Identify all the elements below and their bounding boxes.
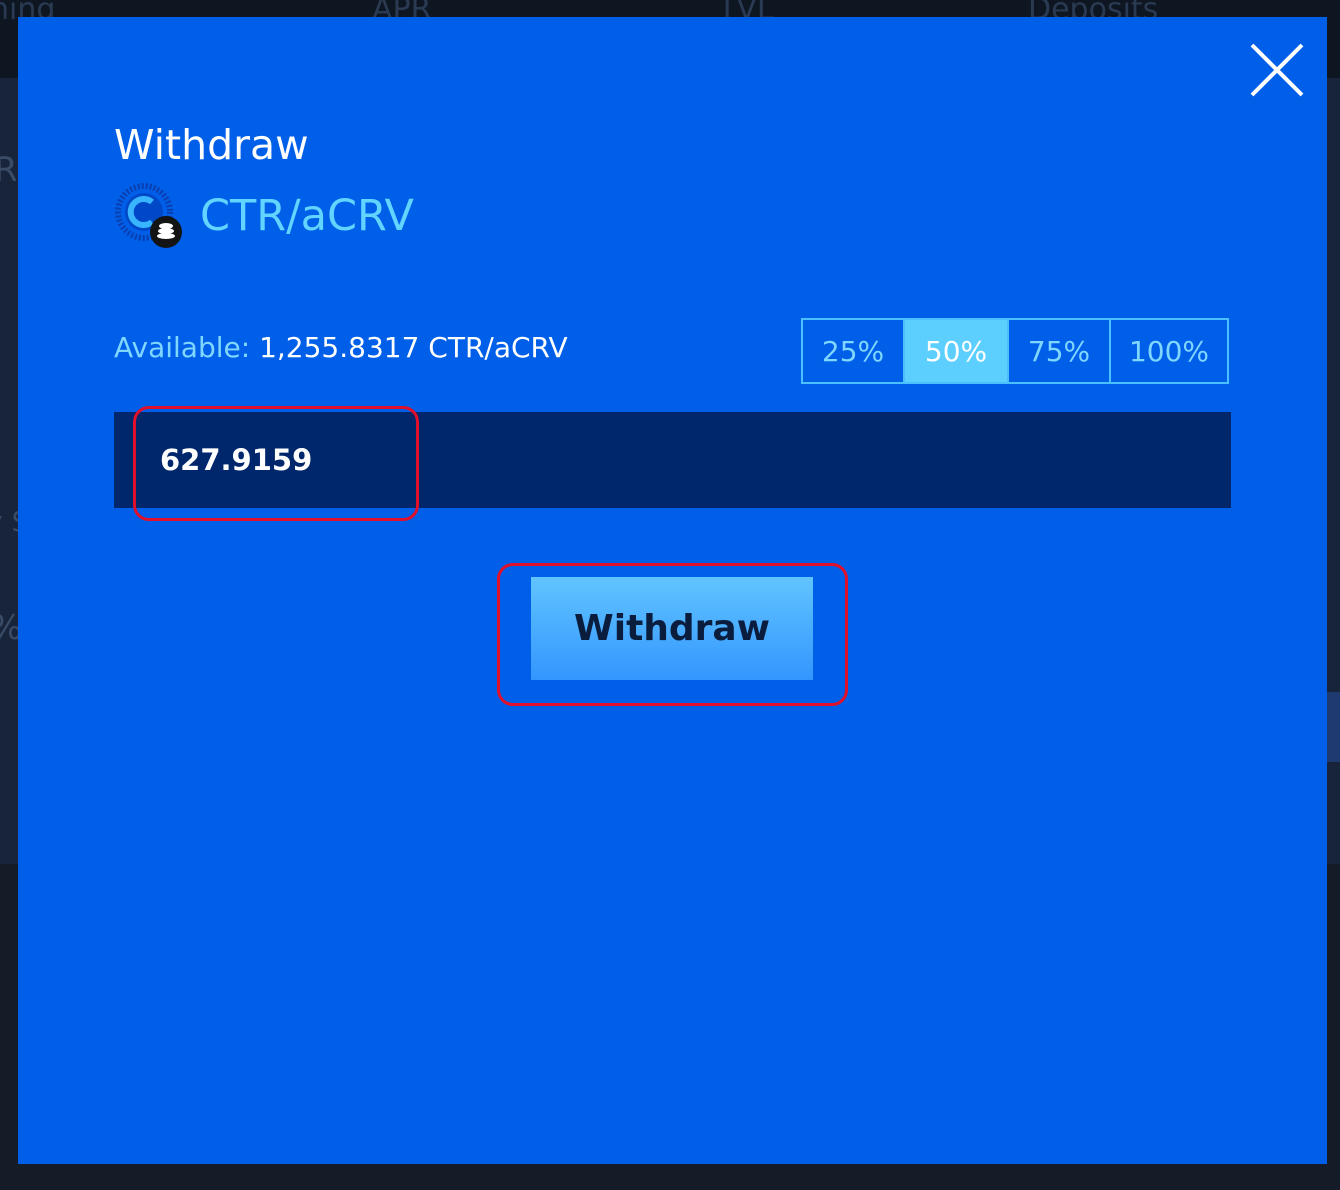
percent-75-button[interactable]: 75% [1009, 320, 1111, 382]
token-header: CTR/aCRV [114, 179, 414, 253]
background-text: R [0, 150, 18, 190]
available-value: 1,255.8317 CTR/aCRV [259, 331, 568, 364]
available-label: Available: [114, 331, 251, 364]
percent-100-button[interactable]: 100% [1111, 320, 1227, 382]
token-name: CTR/aCRV [200, 191, 414, 241]
withdraw-modal: Withdraw CTR/aCRV Available: 1,255.8317 … [18, 17, 1327, 1164]
amount-field [114, 412, 1231, 508]
withdraw-button[interactable]: Withdraw [531, 577, 813, 680]
background-bar [1326, 692, 1340, 762]
available-balance: Available: 1,255.8317 CTR/aCRV [114, 331, 568, 364]
token-icon [114, 180, 186, 252]
amount-input[interactable] [158, 442, 1162, 478]
percent-selector: 25% 50% 75% 100% [801, 318, 1229, 384]
percent-25-button[interactable]: 25% [803, 320, 905, 382]
modal-title: Withdraw [114, 121, 309, 169]
close-icon [1250, 43, 1304, 97]
percent-50-button[interactable]: 50% [905, 320, 1009, 382]
close-button[interactable] [1248, 41, 1306, 99]
